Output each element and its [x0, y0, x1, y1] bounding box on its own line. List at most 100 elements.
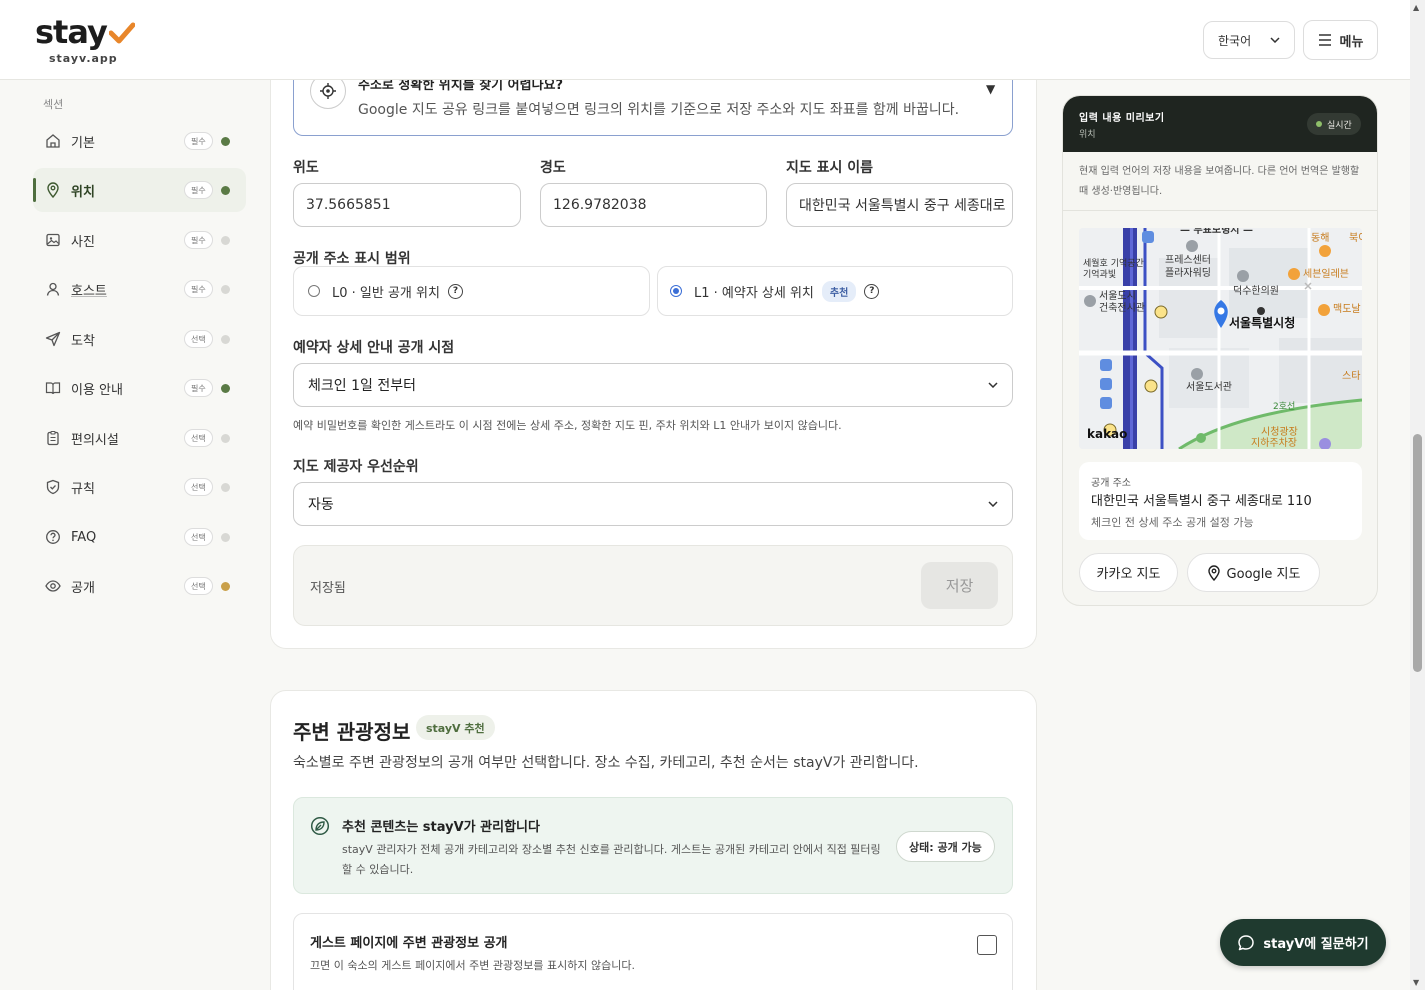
timing-select[interactable]: 체크인 1일 전부터 [293, 363, 1013, 407]
tourism-publish-toggle[interactable]: 게스트 페이지에 주변 관광정보 공개 끄면 이 숙소의 게스트 페이지에서 주… [293, 913, 1013, 990]
book-icon [43, 378, 63, 398]
scroll-down-arrow-icon[interactable]: ▼ [1413, 978, 1419, 987]
expand-toggle-icon[interactable]: ▼ [986, 82, 995, 96]
chevron-down-icon [988, 501, 998, 507]
sidebar-item-photos[interactable]: 사진 필수 [33, 218, 246, 262]
kakao-map-button[interactable]: 카카오 지도 [1079, 553, 1178, 592]
sidebar-item-rules[interactable]: 규칙 선택 [33, 465, 246, 509]
map-label: 건축전시관 [1099, 303, 1145, 314]
sidebar-item-label: 사진 [71, 234, 95, 250]
map-label: 2호선 [1273, 402, 1296, 412]
toggle-description: 끄면 이 숙소의 게스트 페이지에서 주변 관광정보를 표시하지 않습니다. [310, 959, 635, 972]
help-icon[interactable]: ? [447, 283, 463, 299]
optional-badge: 선택 [184, 429, 213, 447]
sidebar-item-location[interactable]: 위치 필수 [33, 168, 246, 212]
sidebar-item-guide[interactable]: 이용 안내 필수 [33, 366, 246, 410]
status-dot [221, 434, 230, 443]
help-icon[interactable]: ? [864, 283, 880, 299]
home-icon [43, 131, 63, 151]
preview-note: 현재 입력 언어의 저장 내용을 보여줍니다. 다른 언어 번역은 발행할 때 … [1079, 166, 1360, 197]
required-badge: 필수 [184, 181, 213, 199]
required-badge: 필수 [184, 379, 213, 397]
preview-panel: 입력 내용 미리보기 위치 실시간 현재 입력 언어의 저장 내용을 보여줍니다… [1062, 95, 1378, 606]
sidebar-item-label: 도착 [71, 333, 95, 349]
eye-icon [43, 576, 63, 596]
longitude-input[interactable]: 126.9782038 [540, 183, 767, 227]
map-label: — 두표보병지 — [1180, 228, 1253, 236]
sidebar-item-label: 기본 [71, 135, 95, 151]
language-value: 한국어 [1218, 33, 1252, 48]
sidebar-item-label: 편의시설 [71, 432, 119, 448]
scope-l0-label: L0 · 일반 공개 위치 [332, 285, 440, 301]
tourism-title: 주변 관광정보 [293, 720, 411, 744]
provider-select[interactable]: 자동 [293, 482, 1013, 526]
google-map-button[interactable]: Google 지도 [1187, 553, 1320, 592]
send-icon [43, 329, 63, 349]
logo-text: stay [35, 13, 108, 51]
scope-option-l0[interactable]: L0 · 일반 공개 위치 ? [293, 266, 650, 316]
live-badge: 실시간 [1307, 113, 1361, 135]
status-dot [221, 483, 230, 492]
map-label: 서울특별시청 [1229, 316, 1296, 330]
optional-badge: 선택 [184, 330, 213, 348]
chevron-down-icon [988, 382, 998, 388]
scroll-up-arrow-icon[interactable]: ▲ [1413, 3, 1419, 12]
sidebar-item-host[interactable]: 호스트 필수 [33, 267, 246, 311]
logo[interactable]: stay stayv.app [35, 13, 135, 65]
language-select[interactable]: 한국어 [1203, 21, 1295, 59]
map-label: 맥도날 [1333, 304, 1361, 315]
map-label: 플라자워딩 [1165, 268, 1211, 279]
sidebar-item-arrival[interactable]: 도착 선택 [33, 317, 246, 361]
menu-label: 메뉴 [1339, 34, 1364, 50]
scope-option-l1[interactable]: L1 · 예약자 상세 위치 추천 ? [657, 266, 1013, 316]
optional-badge: 선택 [184, 478, 213, 496]
toggle-title: 게스트 페이지에 주변 관광정보 공개 [310, 936, 508, 951]
user-icon [43, 279, 63, 299]
sidebar-title: 섹션 [43, 98, 64, 111]
timing-value: 체크인 1일 전부터 [308, 378, 416, 394]
radio-l1[interactable] [670, 285, 682, 297]
clipboard-icon [43, 428, 63, 448]
sidebar-item-label: FAQ [71, 529, 97, 545]
status-dot [221, 137, 230, 146]
map-label: 기억과빛 [1083, 270, 1117, 280]
save-button[interactable]: 저장 [921, 562, 998, 609]
status-dot [221, 582, 230, 591]
sidebar-item-label: 이용 안내 [71, 382, 123, 398]
map-label: 북이 [1349, 233, 1362, 244]
sidebar-item-publish[interactable]: 공개 선택 [33, 564, 246, 608]
ask-stayv-button[interactable]: stayV에 질문하기 [1220, 919, 1386, 966]
map-pin-icon [1207, 564, 1220, 581]
map-label: 동해 [1311, 233, 1330, 244]
map-label: 시청광장 [1261, 427, 1298, 438]
top-header: stay stayv.app 한국어 메뉴 [0, 0, 1410, 80]
leaf-icon [310, 816, 330, 840]
menu-button[interactable]: 메뉴 [1303, 20, 1378, 60]
image-icon [43, 230, 63, 250]
page-scrollbar[interactable]: ▲ ▼ [1410, 0, 1425, 990]
provider-value: 자동 [308, 497, 334, 513]
latitude-input[interactable]: 37.5665851 [293, 183, 521, 227]
info-description: stayV 관리자가 전체 공개 카테고리와 장소별 추천 신호를 관리합니다.… [342, 843, 881, 876]
map-name-input[interactable]: 대한민국 서울특별시 중구 세종대로 [786, 183, 1013, 227]
status-dot [221, 533, 230, 542]
map-preview[interactable]: — 두표보병지 — 동해 북이 세월호 기억공간 기억과빛 프레스센터 플라자워… [1079, 228, 1362, 449]
status-dot [221, 186, 230, 195]
hamburger-icon [1318, 34, 1331, 46]
provider-label: 지도 제공자 우선순위 [293, 459, 419, 475]
address-note: 체크인 전 상세 주소 공개 설정 가능 [1091, 516, 1254, 529]
map-label: 서울도시 [1099, 291, 1136, 302]
tourism-description: 숙소별로 주변 관광정보의 공개 여부만 선택합니다. 장소 수집, 카테고리,… [293, 755, 919, 771]
sidebar-item-faq[interactable]: FAQ 선택 [33, 515, 246, 559]
shield-check-icon [43, 477, 63, 497]
sidebar-item-amenities[interactable]: 편의시설 선택 [33, 416, 246, 460]
map-label: 프레스센터 [1165, 255, 1211, 266]
tourism-publish-checkbox[interactable] [977, 935, 997, 955]
map-pin-icon [43, 180, 63, 200]
scope-l1-label: L1 · 예약자 상세 위치 [694, 285, 814, 301]
radio-l0[interactable] [308, 285, 320, 297]
sidebar-item-basic[interactable]: 기본 필수 [33, 119, 246, 163]
required-badge: 필수 [184, 280, 213, 298]
scroll-thumb[interactable] [1413, 434, 1422, 672]
optional-badge: 선택 [184, 528, 213, 546]
